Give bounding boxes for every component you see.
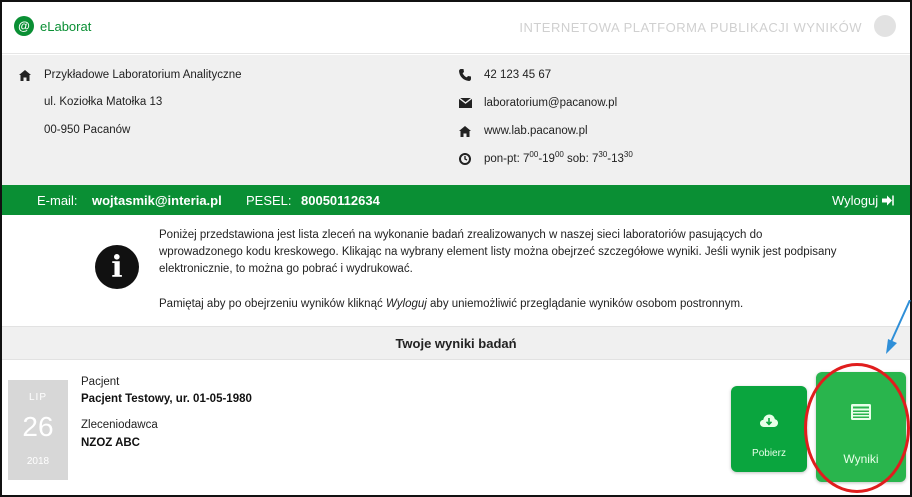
lab-email[interactable]: laboratorium@pacanow.pl (484, 97, 617, 109)
hours-weekend-prefix: sob: 7 (563, 153, 599, 165)
patient-value: Pacjent Testowy, ur. 01-05-1980 (81, 393, 252, 405)
lab-city: 00-950 Pacanów (44, 124, 131, 136)
envelope-icon (458, 96, 472, 110)
lab-hours: pon-pt: 700-1900 sob: 730-1330 (484, 150, 633, 165)
email-value: wojtasmik@interia.pl (92, 193, 222, 208)
view-results-label: Wyniki (843, 452, 879, 466)
reminder-emphasis: Wyloguj (385, 298, 427, 310)
lab-city-row: 00-950 Pacanów (44, 124, 130, 136)
view-results-button[interactable]: Wyniki (816, 372, 906, 482)
pesel-value: 80050112634 (301, 193, 380, 208)
pesel-label: PESEL: (246, 193, 292, 208)
lab-street: ul. Koziołka Matołka 13 (44, 96, 163, 108)
user-bar: E-mail: wojtasmik@interia.pl PESEL: 8005… (2, 185, 910, 215)
home-icon (458, 124, 472, 138)
hours-weekday-prefix: pon-pt: 7 (484, 153, 530, 165)
lab-phone: 42 123 45 67 (484, 69, 552, 81)
lab-contact-section: Przykładowe Laboratorium Analityczne ul.… (2, 55, 910, 185)
platform-badge-icon (874, 15, 896, 37)
reminder-text-before: Pamiętaj aby po obejrzeniu wyników klikn… (159, 298, 386, 310)
lab-name: Przykładowe Laboratorium Analityczne (44, 69, 242, 81)
lab-phone-row: 42 123 45 67 (458, 68, 551, 82)
logo-text[interactable]: eLaborat (40, 19, 91, 34)
logo-icon: @ (14, 16, 34, 36)
patient-label: Pacjent (81, 376, 120, 388)
lab-website[interactable]: www.lab.pacanow.pl (484, 125, 588, 137)
cloud-download-icon (760, 414, 778, 433)
result-date-badge: LIP 26 2018 (8, 380, 68, 480)
logout-icon[interactable] (882, 194, 894, 209)
hours-weekend-close-sup: 30 (623, 150, 633, 159)
hours-weekend-sep: -13 (607, 153, 624, 165)
result-day: 26 (22, 411, 54, 442)
info-paragraph: Poniżej przedstawiona jest lista zleceń … (159, 229, 837, 275)
download-button[interactable]: Pobierz (731, 386, 807, 472)
orderer-label: Zleceniodawca (81, 419, 158, 431)
lab-name-row: Przykładowe Laboratorium Analityczne (18, 68, 242, 82)
result-month: LIP (28, 392, 47, 403)
result-year: 2018 (26, 456, 50, 467)
hours-weekend-open-sup: 30 (598, 150, 608, 159)
orderer-value: NZOZ ABC (81, 437, 140, 449)
reminder-text-after: aby uniemożliwić przeglądanie wyników os… (426, 298, 744, 310)
platform-title: INTERNETOWA PLATFORMA PUBLIKACJI WYNIKÓW (519, 20, 862, 35)
logout-reminder: Pamiętaj aby po obejrzeniu wyników klikn… (159, 296, 839, 313)
top-bar: @ eLaborat INTERNETOWA PLATFORMA PUBLIKA… (2, 2, 910, 54)
info-icon: i (95, 245, 139, 289)
home-icon (18, 68, 32, 82)
hours-weekday-open-sup: 00 (529, 150, 539, 159)
logout-link[interactable]: Wyloguj (832, 193, 878, 208)
clock-icon (458, 152, 472, 166)
hours-weekday-sep: -19 (538, 153, 555, 165)
lab-email-row: laboratorium@pacanow.pl (458, 96, 617, 110)
email-label: E-mail: (37, 193, 78, 208)
logo-letter: @ (18, 19, 30, 33)
list-icon (851, 404, 871, 425)
lab-website-row: www.lab.pacanow.pl (458, 124, 588, 138)
results-section-title: Twoje wyniki badań (2, 326, 910, 360)
info-panel: i Poniżej przedstawiona jest lista zlece… (2, 215, 910, 325)
lab-hours-row: pon-pt: 700-1900 sob: 730-1330 (458, 150, 633, 166)
lab-street-row: ul. Koziołka Matołka 13 (44, 96, 162, 108)
hours-weekday-close-sup: 00 (554, 150, 564, 159)
download-label: Pobierz (752, 448, 786, 459)
phone-icon (458, 68, 472, 82)
